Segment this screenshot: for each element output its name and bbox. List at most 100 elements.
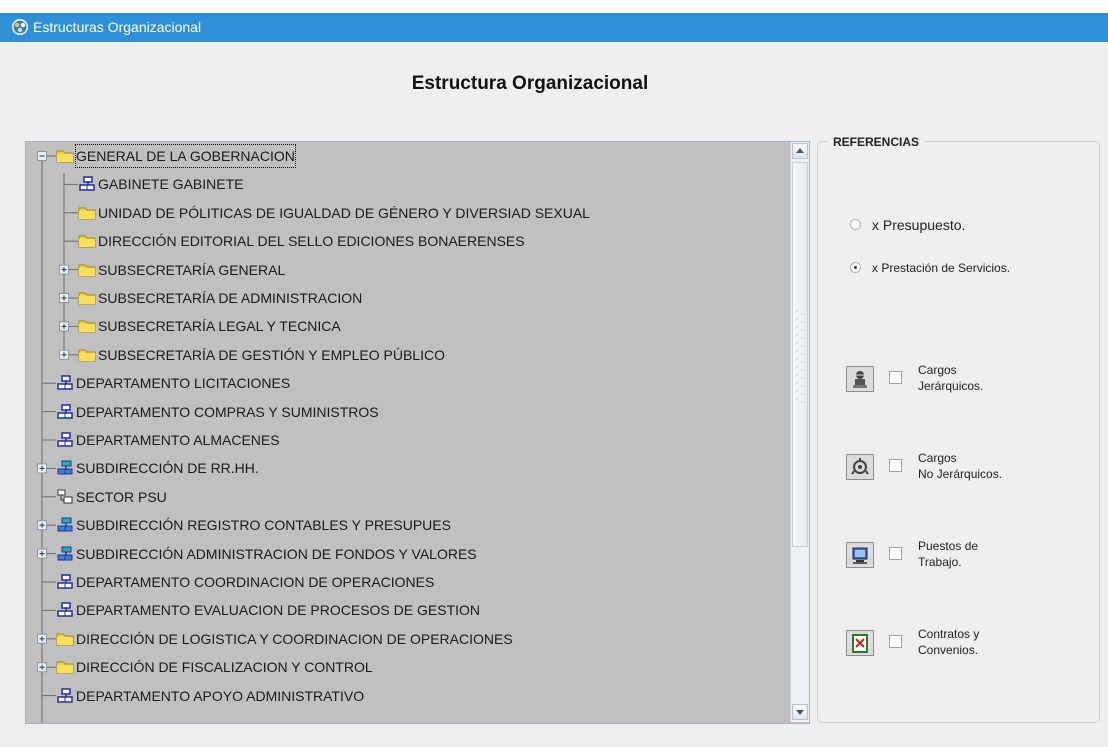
folder-icon [78, 320, 96, 333]
tree-node-label: SUBSECRETARÍA LEGAL Y TECNICA [98, 318, 341, 335]
radio-prestacion-control[interactable] [850, 262, 861, 273]
scroll-thumb[interactable] [792, 162, 808, 547]
legend-contratos-checkbox[interactable] [889, 635, 902, 648]
org-unit-color-icon [57, 546, 73, 561]
expand-toggle-icon[interactable] [37, 662, 47, 673]
expand-toggle-icon[interactable] [59, 293, 69, 303]
tree-node[interactable]: SUBSECRETARÍA DE GESTIÓN Y EMPLEO PÚBLIC… [78, 344, 766, 366]
tree-node-label: DEPARTAMENTO LICITACIONES [76, 375, 291, 392]
tree-node[interactable]: SUBSECRETARÍA LEGAL Y TECNICA [78, 315, 766, 337]
org-unit-icon [79, 176, 95, 192]
expand-toggle-icon[interactable] [37, 520, 47, 531]
tree-node[interactable]: DEPARTAMENTO LICITACIONES [56, 372, 766, 394]
hierarchical-positions-icon [853, 371, 867, 388]
tree-node-label: DIRECCIÓN DE FISCALIZACION Y CONTROL [76, 659, 373, 676]
arrow-up-icon [796, 148, 804, 153]
folder-icon [56, 661, 74, 674]
tree-node-label: DEPARTAMENTO COMPRAS Y SUMINISTROS [76, 403, 379, 420]
tree-node-label: DEPARTAMENTO ALMACENES [76, 432, 280, 448]
legend-contratos-text: Contratos y Convenios. [918, 626, 1048, 658]
tree-node[interactable]: SUBSECRETARÍA DE ADMINISTRACION [78, 287, 766, 309]
tree-node[interactable]: SUBDIRECCIÓN DE RR.HH. [56, 457, 766, 479]
tree-node-label: UNIDAD DE PÓLITICAS DE IGUALDAD DE GÉNER… [98, 204, 590, 221]
tree-node-label: SUBDIRECCIÓN DE RR.HH. [76, 460, 259, 477]
tree-node-label: SUBSECRETARÍA DE ADMINISTRACION [98, 290, 363, 306]
tree-node-label: GABINETE GABINETE [98, 176, 244, 193]
tree-node-label: SUBSECRETARÍA GENERAL [98, 261, 286, 278]
title-bar[interactable]: Estructuras Organizacional [0, 13, 1108, 42]
references-panel: REFERENCIAS x Presupuesto. x Prestación … [817, 135, 1100, 723]
legend-jerarquicos-checkbox[interactable] [889, 371, 902, 384]
folder-icon [78, 349, 96, 362]
references-title: REFERENCIAS [828, 135, 925, 149]
tree-node[interactable]: DEPARTAMENTO APOYO ADMINISTRATIVO [56, 685, 766, 707]
org-unit-icon [57, 687, 73, 703]
tree-node[interactable]: UNIDAD DE PÓLITICAS DE IGUALDAD DE GÉNER… [78, 202, 766, 224]
legend-puestos-line2: Trabajo. [918, 555, 962, 569]
tree-node[interactable]: DEPARTAMENTO ALMACENES [56, 429, 766, 451]
legend-contratos-button[interactable] [846, 630, 874, 656]
tree-node-label: DEPARTAMENTO COORDINACION DE OPERACIONES [76, 574, 435, 590]
tree-node[interactable]: DIRECCIÓN DE FISCALIZACION Y CONTROL [56, 656, 766, 678]
expand-toggle-icon[interactable] [37, 633, 47, 644]
folder-icon [78, 292, 96, 305]
tree-scrollbar[interactable] [790, 142, 809, 722]
org-unit-icon [57, 574, 73, 589]
tree-node-label: SECTOR PSU [76, 488, 167, 505]
tree-node-label: DEPARTAMENTO EVALUACION DE PROCESOS DE G… [76, 602, 481, 619]
tree-node[interactable]: SUBDIRECCIÓN ADMINISTRACION DE FONDOS Y … [56, 543, 766, 565]
legend-puestos-text: Puestos de Trabajo. [918, 538, 1048, 570]
expand-toggle-icon[interactable] [37, 463, 47, 474]
tree-node[interactable]: SECTOR PSU [56, 486, 766, 508]
tree-node[interactable]: DEPARTAMENTO COMPRAS Y SUMINISTROS [56, 401, 766, 423]
radio-prestacion-label: x Prestación de Servicios. [872, 261, 1011, 275]
legend-jerarquicos-text: Cargos Jerárquicos. [918, 362, 1048, 394]
org-unit-color-icon [57, 460, 73, 475]
scroll-down-button[interactable] [792, 704, 808, 720]
application-window: Estructuras Organizacional Estructura Or… [0, 13, 1108, 747]
tree-node-label: DIRECCIÓN DE LOGISTICA Y COORDINACION DE… [76, 630, 513, 647]
non-hierarchical-positions-icon [851, 458, 869, 475]
org-unit-icon [57, 403, 73, 419]
org-unit-icon [57, 375, 73, 390]
scroll-up-button[interactable] [792, 143, 808, 159]
legend-puestos-button[interactable] [846, 542, 874, 568]
folder-icon [78, 264, 96, 277]
job-positions-icon [852, 547, 868, 564]
tree-node[interactable]: SUBDIRECCIÓN REGISTRO CONTABLES Y PRESUP… [56, 514, 766, 536]
tree-node[interactable]: DEPARTAMENTO EVALUACION DE PROCESOS DE G… [56, 599, 766, 621]
legend-no-jerarquicos-button[interactable] [846, 454, 874, 480]
expand-toggle-icon[interactable] [59, 349, 69, 360]
grip-icon [796, 310, 803, 403]
tree-node[interactable]: SUBSECRETARÍA GENERAL [78, 259, 766, 281]
tree-node[interactable]: DEPARTAMENTO COORDINACION DE OPERACIONES [56, 571, 766, 593]
org-unit-icon [57, 602, 73, 618]
expand-toggle-icon[interactable] [59, 264, 69, 275]
org-tree[interactable]: GENERAL DE LA GOBERNACION GABINETE GABINE… [25, 141, 810, 724]
radio-presupuesto-control[interactable] [850, 219, 861, 230]
expand-toggle-icon[interactable] [37, 548, 47, 559]
legend-no-jerarquicos-checkbox[interactable] [889, 459, 902, 472]
tree-node[interactable]: GENERAL DE LA GOBERNACION [56, 144, 766, 168]
tree-node[interactable]: DIRECCIÓN EDITORIAL DEL SELLO EDICIONES … [78, 230, 766, 252]
tree-node[interactable]: DIRECCIÓN DE LOGISTICA Y COORDINACION DE… [56, 628, 766, 650]
tree-node-label: DIRECCIÓN EDITORIAL DEL SELLO EDICIONES … [98, 233, 525, 250]
legend-no-jerarquicos-line2: No Jerárquicos. [918, 467, 1003, 481]
tree-node-label: GENERAL DE LA GOBERNACION [75, 144, 296, 168]
legend-contratos-line1: Contratos y [918, 627, 980, 641]
collapse-toggle-icon[interactable] [37, 151, 47, 161]
expand-toggle-icon[interactable] [59, 321, 69, 332]
contracts-icon [852, 634, 868, 653]
org-unit-color-icon [57, 517, 73, 532]
page-title: Estructura Organizacional [411, 73, 649, 94]
legend-puestos-checkbox[interactable] [889, 547, 902, 560]
legend-no-jerarquicos-text: Cargos No Jerárquicos. [918, 450, 1048, 482]
radio-presupuesto-label: x Presupuesto. [872, 217, 966, 233]
legend-no-jerarquicos-line1: Cargos [918, 451, 957, 465]
sector-icon [57, 489, 73, 504]
folder-icon [56, 633, 74, 646]
legend-jerarquicos-button[interactable] [846, 366, 874, 392]
tree-node[interactable]: GABINETE GABINETE [78, 173, 766, 195]
folder-icon [78, 235, 96, 248]
tree-node-label: SUBDIRECCIÓN ADMINISTRACION DE FONDOS Y … [76, 545, 477, 562]
